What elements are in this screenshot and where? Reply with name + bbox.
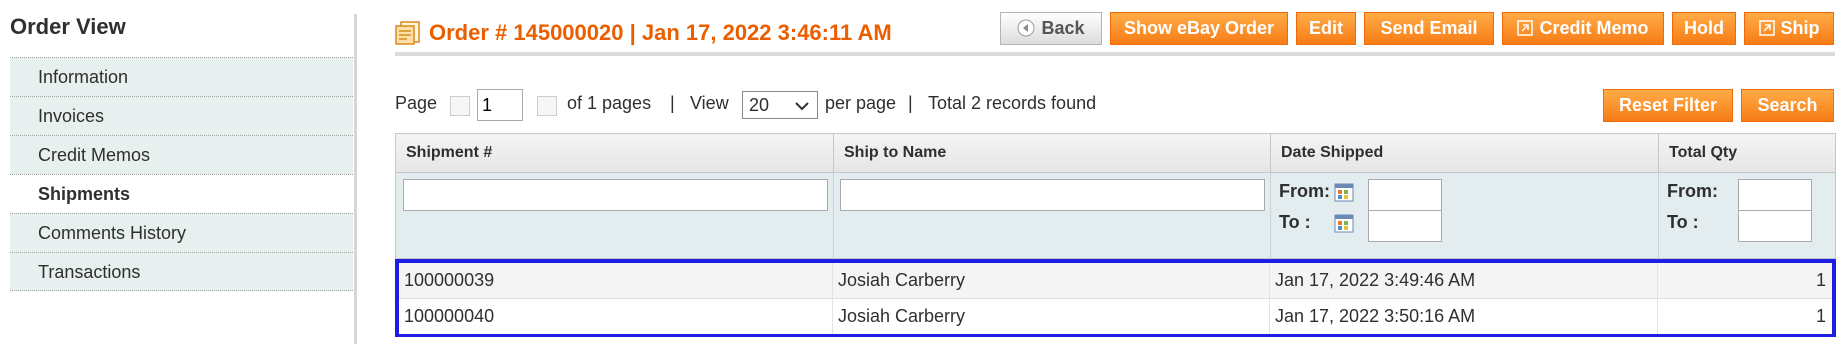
credit-memo-icon	[1517, 20, 1534, 36]
send-email-label: Send Email	[1380, 18, 1478, 38]
page-count: of 1 pages	[567, 93, 652, 113]
shipments-grid: Shipment # Ship to Name Date Shipped Tot…	[395, 133, 1836, 343]
per-page-value: 20	[749, 95, 770, 115]
header-divider	[395, 52, 1835, 56]
filter-cell-qty: From: To :	[1659, 173, 1835, 259]
back-arrow-icon	[1017, 19, 1035, 37]
ship-to-name-filter-input[interactable]	[840, 179, 1265, 211]
next-page-icon[interactable]	[537, 96, 557, 116]
ship-icon	[1758, 20, 1775, 36]
cell-total-qty: 1	[1815, 270, 1826, 290]
page-title: Order # 145000020 | Jan 17, 2022 3:46:11…	[429, 20, 892, 45]
view-label: View	[690, 93, 729, 113]
sidebar-item-credit-memos[interactable]: Credit Memos	[10, 135, 353, 174]
table-row[interactable]: 100000039 Josiah Carberry Jan 17, 2022 3…	[399, 263, 1832, 299]
filter-cell-shipment	[396, 173, 834, 259]
cell-ship-to-name: Josiah Carberry	[833, 299, 1270, 334]
order-document-icon	[395, 21, 420, 45]
cell-shipment-number: 100000039	[399, 263, 833, 298]
table-row[interactable]: 100000040 Josiah Carberry Jan 17, 2022 3…	[399, 299, 1832, 334]
date-to-input[interactable]	[1368, 210, 1442, 242]
cell-shipment-number: 100000040	[399, 299, 833, 334]
calendar-icon[interactable]	[1334, 213, 1354, 233]
grid-header: Shipment # Ship to Name Date Shipped Tot…	[395, 133, 1836, 174]
sidebar-item-transactions[interactable]: Transactions	[10, 252, 353, 291]
date-to-label: To :	[1279, 212, 1311, 232]
search-label: Search	[1757, 95, 1818, 115]
cell-total-qty: 1	[1815, 306, 1826, 326]
ship-button[interactable]: Ship	[1744, 12, 1834, 45]
page-label: Page	[395, 93, 438, 113]
qty-from-label: From:	[1667, 181, 1718, 201]
filter-cell-date: From: To :	[1271, 173, 1659, 259]
date-from-input[interactable]	[1368, 179, 1442, 211]
calendar-icon[interactable]	[1334, 182, 1354, 202]
cell-date-shipped: Jan 17, 2022 3:50:16 AM	[1270, 299, 1658, 334]
sidebar-nav: Information Invoices Credit Memos Shipme…	[10, 57, 353, 291]
hold-button[interactable]: Hold	[1672, 12, 1736, 45]
qty-to-input[interactable]	[1738, 210, 1812, 242]
show-ebay-order-button[interactable]: Show eBay Order	[1110, 12, 1288, 45]
per-page-select[interactable]: 20	[742, 91, 818, 119]
highlighted-rows: 100000039 Josiah Carberry Jan 17, 2022 3…	[395, 259, 1836, 337]
column-total-qty[interactable]: Total Qty	[1659, 134, 1835, 174]
sidebar-item-comments-history[interactable]: Comments History	[10, 213, 353, 252]
search-button[interactable]: Search	[1741, 89, 1834, 122]
qty-from-input[interactable]	[1738, 179, 1812, 211]
credit-memo-button[interactable]: Credit Memo	[1502, 12, 1664, 45]
filter-row: From: To : From: To:	[395, 173, 1836, 259]
column-ship-to-name[interactable]: Ship to Name	[834, 134, 1271, 174]
reset-filter-label: Reset Filter	[1618, 95, 1718, 115]
ship-label: Ship	[1780, 18, 1820, 38]
page-number-input[interactable]	[477, 89, 523, 121]
chevron-down-icon	[795, 102, 809, 111]
sidebar-title: Order View	[10, 14, 126, 39]
reset-filter-button[interactable]: Reset Filter	[1603, 89, 1733, 122]
pager-separator: |	[670, 93, 675, 113]
qty-to-label: To :	[1667, 212, 1699, 232]
show-ebay-order-label: Show eBay Order	[1123, 18, 1275, 38]
prev-page-icon[interactable]	[450, 96, 470, 116]
column-shipment-number[interactable]: Shipment #	[396, 134, 834, 174]
back-button[interactable]: Back	[1000, 12, 1102, 45]
per-page-label: per page	[825, 93, 897, 113]
send-email-button[interactable]: Send Email	[1364, 12, 1494, 45]
edit-label: Edit	[1309, 18, 1343, 38]
sidebar: Order View Information Invoices Credit M…	[0, 0, 356, 352]
filter-cell-name	[834, 173, 1271, 259]
cell-date-shipped: Jan 17, 2022 3:49:46 AM	[1270, 263, 1658, 298]
edit-button[interactable]: Edit	[1296, 12, 1356, 45]
total-records: Total 2 records found	[928, 93, 1097, 113]
sidebar-item-invoices[interactable]: Invoices	[10, 96, 353, 135]
credit-memo-label: Credit Memo	[1539, 18, 1649, 38]
pager-separator: |	[908, 93, 913, 113]
date-from-label: From:	[1279, 181, 1330, 201]
cell-ship-to-name: Josiah Carberry	[833, 263, 1270, 298]
sidebar-divider	[354, 14, 357, 344]
column-date-shipped[interactable]: Date Shipped	[1271, 134, 1659, 174]
hold-label: Hold	[1684, 18, 1724, 38]
sidebar-item-shipments[interactable]: Shipments	[10, 174, 353, 213]
sidebar-item-information[interactable]: Information	[10, 57, 353, 96]
shipment-number-filter-input[interactable]	[403, 179, 828, 211]
back-button-label: Back	[1041, 18, 1085, 38]
